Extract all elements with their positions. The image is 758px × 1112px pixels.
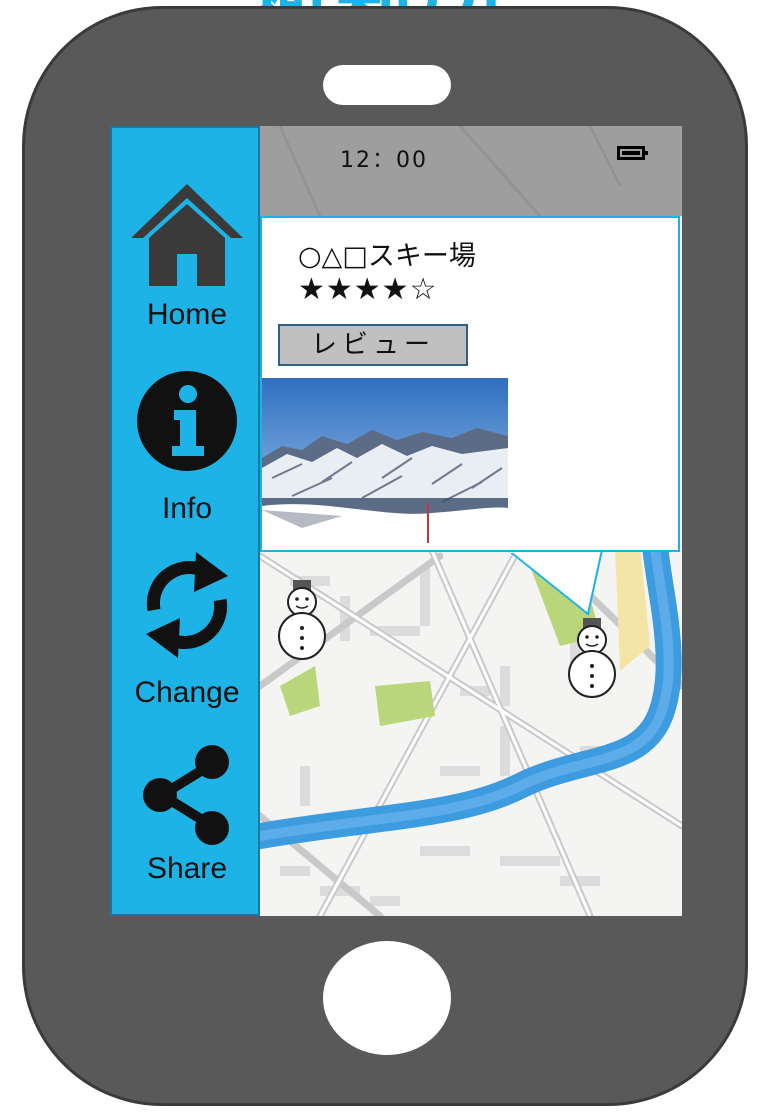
home-icon xyxy=(131,184,243,286)
sidebar-item-info[interactable]: Info xyxy=(112,366,262,526)
sidebar-item-label: Home xyxy=(146,298,228,331)
sidebar-nav: Home Info Change Share xyxy=(110,126,260,916)
sidebar-item-share[interactable]: Share xyxy=(112,740,262,900)
place-name: ○△□スキー場 xyxy=(298,241,476,272)
rating-stars: ★★★★☆ xyxy=(298,272,438,307)
sidebar-item-label: Change xyxy=(134,676,240,709)
sidebar-item-home[interactable]: Home xyxy=(112,182,262,342)
app-screen: 12：00 ○△□スキー場 ★★★★☆ レビュー Home Info Chang… xyxy=(110,126,682,916)
status-time: 12：00 xyxy=(340,148,428,173)
info-icon xyxy=(137,371,237,471)
phone-home-button[interactable] xyxy=(323,941,451,1055)
battery-full-icon xyxy=(617,146,648,160)
phone-speaker xyxy=(323,65,451,105)
map-marker-snowman-2[interactable] xyxy=(564,616,620,700)
sidebar-item-label: Share xyxy=(146,852,228,885)
review-button[interactable]: レビュー xyxy=(278,324,468,366)
status-bar: 12：00 xyxy=(260,126,682,216)
place-info-popup: ○△□スキー場 ★★★★☆ レビュー xyxy=(260,216,680,552)
share-icon xyxy=(143,745,229,845)
refresh-icon xyxy=(146,552,228,658)
sidebar-item-label: Info xyxy=(161,492,213,525)
map-marker-snowman-1[interactable] xyxy=(274,578,330,662)
snowy-mountain-photo xyxy=(262,378,508,546)
sidebar-item-change[interactable]: Change xyxy=(112,546,262,709)
